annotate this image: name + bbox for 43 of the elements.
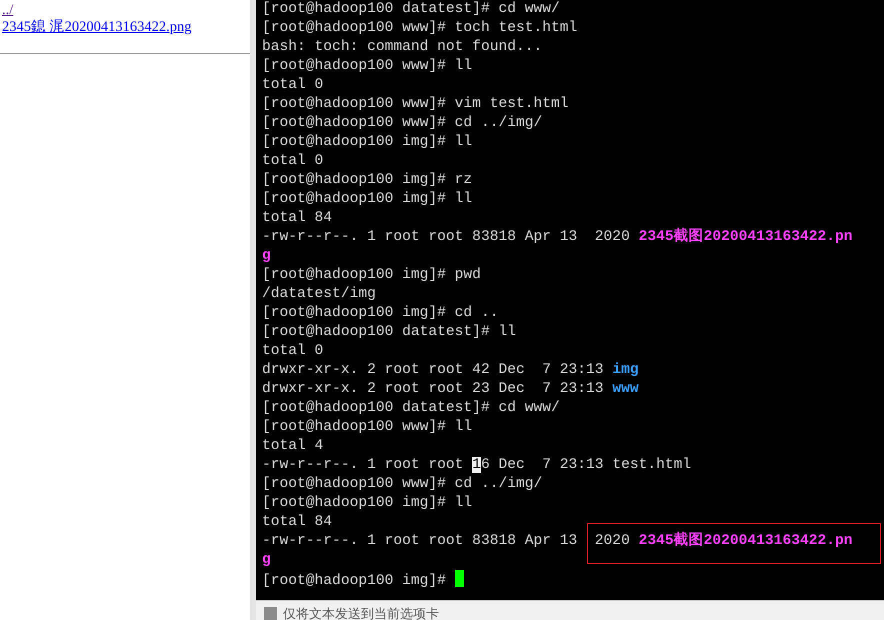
terminal-text: total 0: [262, 343, 324, 359]
file-name: 2345截图20200413163422.pn: [638, 533, 853, 549]
file-name: g: [262, 552, 271, 568]
terminal-text: -rw-r--r--. 1 root root: [262, 457, 464, 473]
terminal-text: drwxr-xr-x. 2 root root 23 Dec 7 23:13: [262, 381, 605, 397]
terminal-screen[interactable]: [256, 0, 884, 600]
terminal-text: [root@hadoop100 www]# toch test.html: [262, 20, 578, 36]
terminal-text: -rw-r--r--. 1 root root 83818 Apr 13 2020: [262, 533, 631, 549]
terminal-text: [root@hadoop100 datatest]# cd www/: [262, 1, 560, 17]
terminal-text: total 0: [262, 77, 324, 93]
terminal-text: [root@hadoop100 www]# ll: [262, 419, 472, 435]
terminal-text: [root@hadoop100 datatest]# ll: [262, 324, 516, 340]
terminal-text: [root@hadoop100 www]# cd ../img/: [262, 115, 542, 131]
directory-name: www: [612, 381, 639, 397]
terminal-text: [root@hadoop100 img]# pwd: [262, 267, 481, 283]
file-link[interactable]: 2345鎴 浘20200413163422.png: [2, 19, 192, 36]
text-cursor: [454, 570, 464, 587]
terminal-text: bash: toch: command not found...: [262, 39, 542, 55]
terminal-text: total 4: [262, 438, 324, 454]
file-name: g: [262, 248, 271, 264]
terminal-text: drwxr-xr-x. 2 root root 42 Dec 7 23:13: [262, 362, 605, 378]
terminal-text: /datatest/img: [262, 286, 376, 302]
terminal-text: [root@hadoop100 img]# ll: [262, 191, 472, 207]
terminal-text: [root@hadoop100 www]# ll: [262, 58, 472, 74]
terminal-text: [root@hadoop100 www]# vim test.html: [262, 96, 569, 112]
send-bar-label: 仅将文本发送到当前选项卡: [283, 607, 439, 620]
file-name: 2345截图20200413163422.pn: [638, 229, 853, 245]
terminal-text: [root@hadoop100 img]# cd ..: [262, 305, 498, 321]
terminal-text: [root@hadoop100 img]# rz: [262, 172, 472, 188]
terminal-text: total 84: [262, 514, 332, 530]
checkbox-icon[interactable]: [264, 607, 277, 620]
terminal-text: total 0: [262, 153, 324, 169]
terminal-text: [root@hadoop100 img]# ll: [262, 495, 472, 511]
terminal-text: [root@hadoop100 datatest]# cd www/: [262, 400, 560, 416]
file-link[interactable]: ../: [2, 2, 14, 19]
selected-text: 1: [472, 457, 481, 473]
directory-name: img: [612, 362, 639, 378]
terminal-text: [root@hadoop100 img]#: [262, 573, 447, 589]
terminal-text: -rw-r--r--. 1 root root 83818 Apr 13 2020: [262, 229, 631, 245]
terminal-text: 6 Dec 7 23:13 test.html: [480, 457, 692, 473]
terminal-text: [root@hadoop100 www]# cd ../img/: [262, 476, 542, 492]
terminal-text: [root@hadoop100 img]# ll: [262, 134, 472, 150]
terminal-text: total 84: [262, 210, 332, 226]
